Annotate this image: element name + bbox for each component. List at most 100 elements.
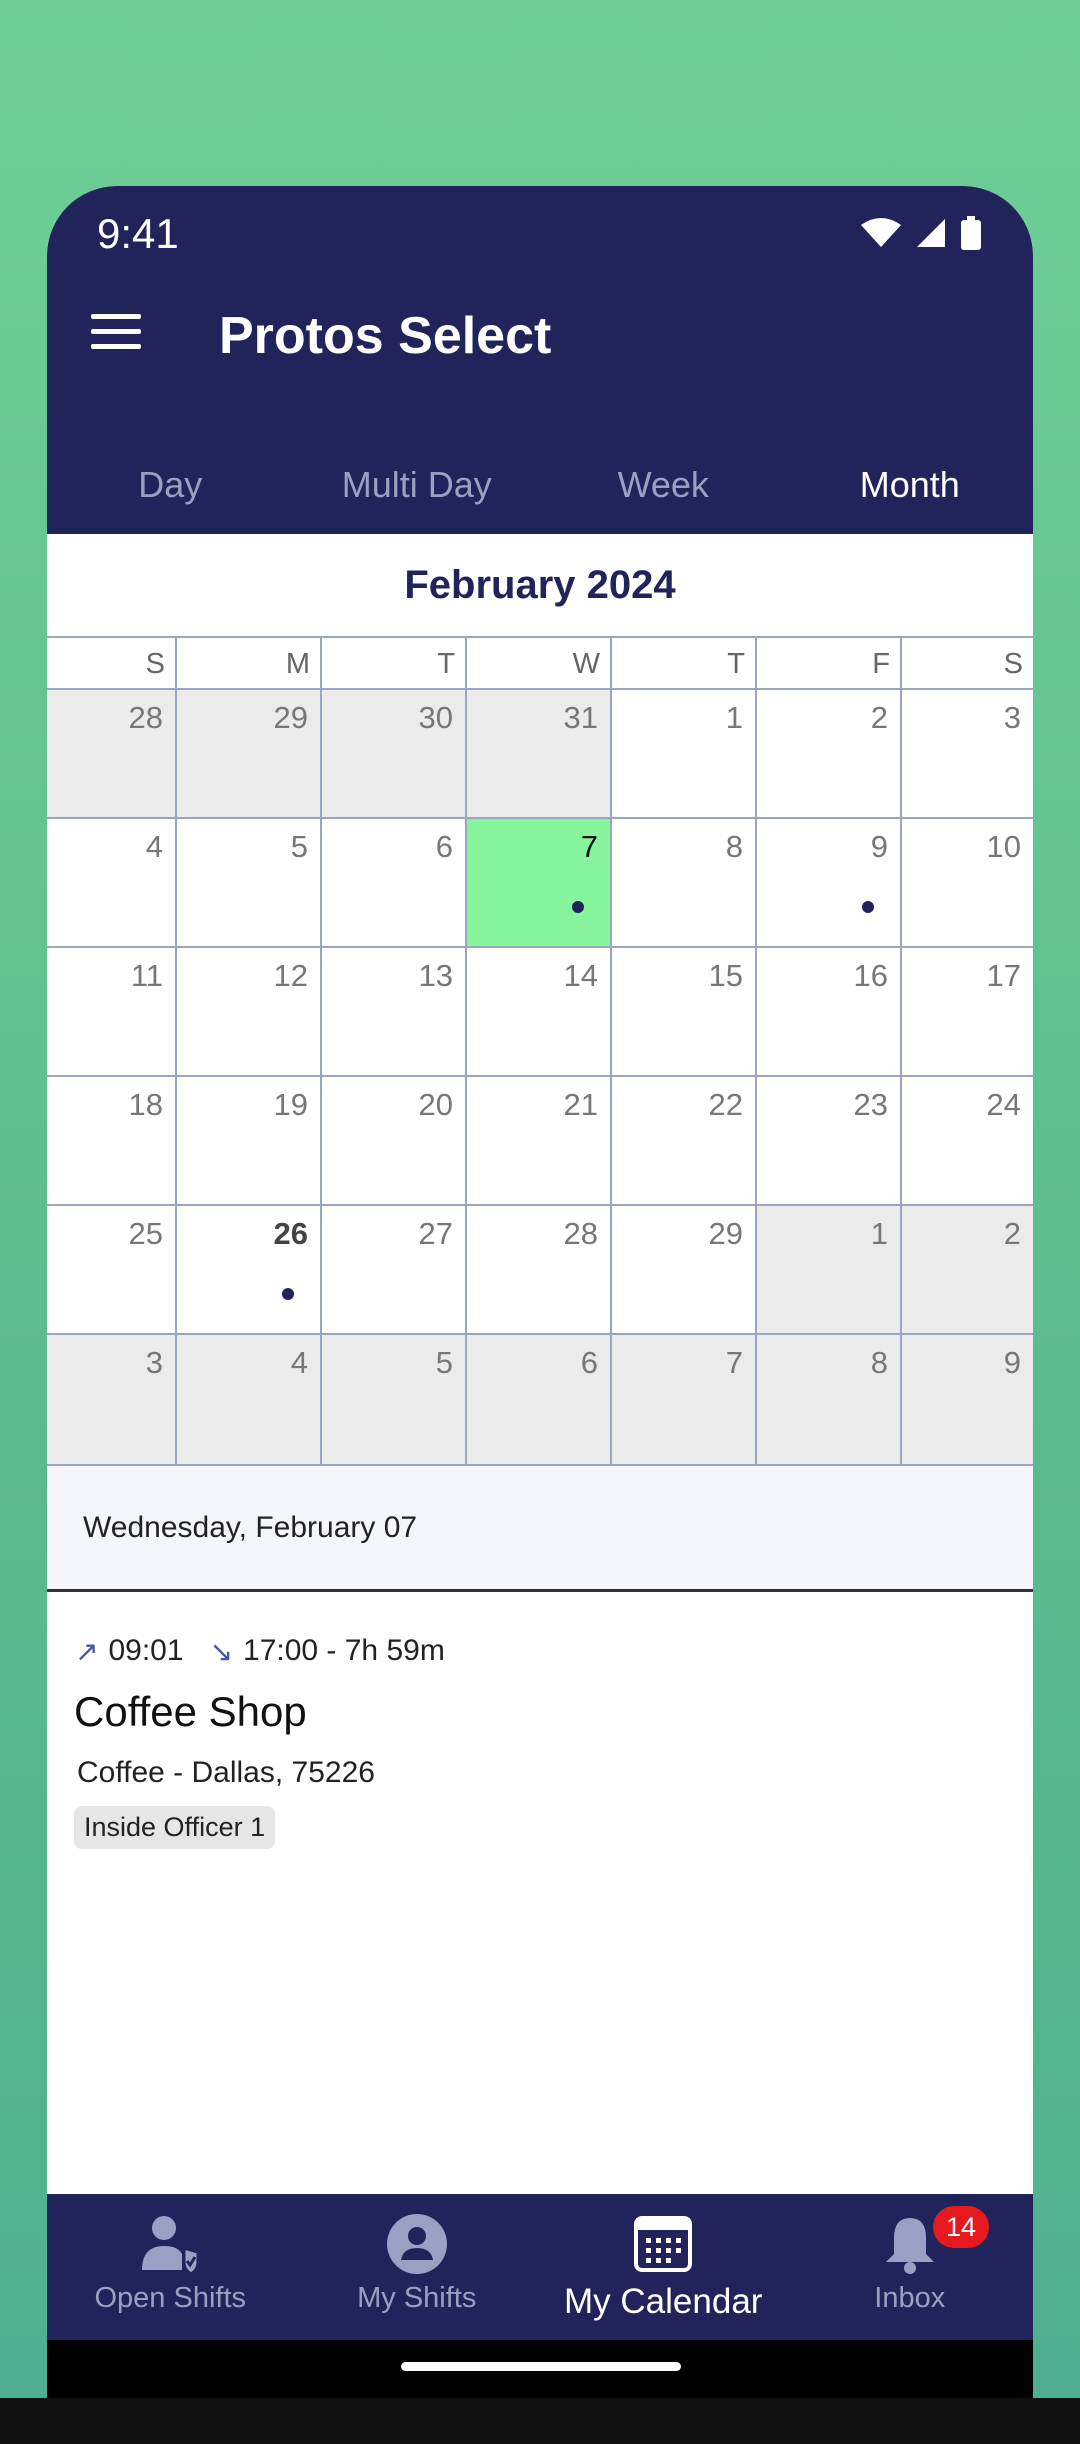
calendar-day-number: 6 (435, 829, 453, 864)
calendar-day-cell[interactable]: 24 (902, 1077, 1033, 1206)
calendar-day-cell[interactable]: 8 (757, 1335, 902, 1466)
menu-icon[interactable] (81, 296, 151, 366)
calendar-day-cell[interactable]: 14 (467, 948, 612, 1077)
bottom-nav: Open Shifts My Shifts My Calendar Inbox … (47, 2194, 1033, 2340)
calendar-day-number: 7 (725, 1345, 743, 1380)
calendar-day-cell[interactable]: 29 (177, 690, 322, 819)
weekday-label: S (902, 638, 1033, 690)
nav-label-open-shifts: Open Shifts (94, 2282, 247, 2314)
calendar-day-cell[interactable]: 30 (322, 690, 467, 819)
app-bar: 9:41 Protos Select Day Multi Day Week Mo… (47, 186, 1033, 534)
calendar-day-cell[interactable]: 4 (47, 819, 177, 948)
calendar-day-cell[interactable]: 7 (467, 819, 612, 948)
calendar-day-number: 5 (435, 1345, 453, 1380)
calendar-day-number: 29 (708, 1216, 743, 1251)
calendar-day-cell[interactable]: 11 (47, 948, 177, 1077)
calendar-day-cell[interactable]: 1 (757, 1206, 902, 1335)
shift-role-badge: Inside Officer 1 (74, 1806, 276, 1849)
calendar-day-number: 16 (853, 958, 888, 993)
nav-inbox[interactable]: Inbox 14 (787, 2194, 1034, 2340)
calendar-day-number: 4 (290, 1345, 308, 1380)
calendar-day-number: 28 (128, 700, 163, 735)
calendar-day-cell[interactable]: 29 (612, 1206, 757, 1335)
calendar-day-number: 23 (853, 1087, 888, 1122)
calendar-day-number: 2 (1003, 1216, 1021, 1251)
month-title: February 2024 (47, 534, 1033, 638)
calendar-day-cell[interactable]: 2 (902, 1206, 1033, 1335)
calendar-day-cell[interactable]: 3 (902, 690, 1033, 819)
shift-start-time: 09:01 (108, 1634, 184, 1667)
calendar-day-cell[interactable]: 27 (322, 1206, 467, 1335)
calendar-day-cell[interactable]: 31 (467, 690, 612, 819)
calendar-day-number: 25 (128, 1216, 163, 1251)
calendar-day-cell[interactable]: 16 (757, 948, 902, 1077)
nav-open-shifts[interactable]: Open Shifts (47, 2194, 294, 2340)
calendar-day-cell[interactable]: 26 (177, 1206, 322, 1335)
calendar-day-cell[interactable]: 17 (902, 948, 1033, 1077)
weekday-label: T (322, 638, 467, 690)
calendar-day-cell[interactable]: 6 (322, 819, 467, 948)
calendar-day-number: 3 (1003, 700, 1021, 735)
calendar-day-cell[interactable]: 19 (177, 1077, 322, 1206)
calendar-day-number: 30 (418, 700, 453, 735)
calendar-day-cell[interactable]: 9 (757, 819, 902, 948)
calendar-day-cell[interactable]: 4 (177, 1335, 322, 1466)
nav-my-calendar[interactable]: My Calendar (540, 2194, 787, 2340)
calendar-day-cell[interactable]: 5 (177, 819, 322, 948)
open-shifts-icon (138, 2214, 202, 2274)
account-icon (386, 2214, 447, 2274)
clock-in-arrow-icon: ↗ (75, 1635, 99, 1667)
calendar-day-cell[interactable]: 2 (757, 690, 902, 819)
calendar-day-cell[interactable]: 15 (612, 948, 757, 1077)
calendar-day-cell[interactable]: 1 (612, 690, 757, 819)
calendar-day-cell[interactable]: 6 (467, 1335, 612, 1466)
calendar-day-cell[interactable]: 12 (177, 948, 322, 1077)
calendar-day-number: 27 (418, 1216, 453, 1251)
tab-month[interactable]: Month (787, 436, 1034, 534)
status-icons (861, 216, 981, 250)
tab-day[interactable]: Day (47, 436, 294, 534)
calendar-day-cell[interactable]: 23 (757, 1077, 902, 1206)
calendar-day-number: 19 (273, 1087, 308, 1122)
weekday-label: F (757, 638, 902, 690)
nav-my-shifts[interactable]: My Shifts (294, 2194, 541, 2340)
shift-card[interactable]: ↗ 09:01 ↘ 17:00 - 7h 59m Coffee Shop Cof… (47, 1594, 1033, 1849)
shift-indicator-dot (572, 901, 584, 913)
calendar-day-number: 1 (870, 1216, 888, 1251)
app-title: Protos Select (219, 307, 552, 365)
tab-multi-day[interactable]: Multi Day (294, 436, 541, 534)
nav-label-my-shifts: My Shifts (357, 2282, 477, 2314)
calendar-day-cell[interactable]: 25 (47, 1206, 177, 1335)
calendar-day-number: 9 (1003, 1345, 1021, 1380)
calendar-day-cell[interactable]: 18 (47, 1077, 177, 1206)
weekday-label: W (467, 638, 612, 690)
calendar-day-cell[interactable]: 7 (612, 1335, 757, 1466)
calendar-day-cell[interactable]: 28 (467, 1206, 612, 1335)
gesture-bar (47, 2340, 1033, 2398)
calendar-day-cell[interactable]: 28 (47, 690, 177, 819)
calendar-day-cell[interactable]: 5 (322, 1335, 467, 1466)
calendar-day-cell[interactable]: 21 (467, 1077, 612, 1206)
phone-screen: 9:41 Protos Select Day Multi Day Week Mo… (47, 186, 1033, 2398)
shift-end-duration: 17:00 - 7h 59m (243, 1634, 445, 1667)
calendar-day-number: 22 (708, 1087, 743, 1122)
calendar-day-cell[interactable]: 8 (612, 819, 757, 948)
calendar-day-number: 9 (870, 829, 888, 864)
signal-icon (917, 219, 945, 247)
calendar-day-cell[interactable]: 20 (322, 1077, 467, 1206)
nav-label-inbox: Inbox (874, 2282, 946, 2314)
weekday-label: M (177, 638, 322, 690)
calendar-day-number: 20 (418, 1087, 453, 1122)
calendar-day-number: 11 (130, 958, 163, 993)
calendar-day-number: 12 (273, 958, 308, 993)
calendar-day-cell[interactable]: 22 (612, 1077, 757, 1206)
calendar-day-cell[interactable]: 10 (902, 819, 1033, 948)
calendar-day-number: 2 (870, 700, 888, 735)
tab-week[interactable]: Week (540, 436, 787, 534)
calendar-day-number: 4 (145, 829, 163, 864)
gesture-handle[interactable] (401, 2362, 681, 2371)
calendar-day-cell[interactable]: 13 (322, 948, 467, 1077)
calendar-day-cell[interactable]: 9 (902, 1335, 1033, 1466)
calendar-day-cell[interactable]: 3 (47, 1335, 177, 1466)
calendar-day-number: 3 (145, 1345, 163, 1380)
